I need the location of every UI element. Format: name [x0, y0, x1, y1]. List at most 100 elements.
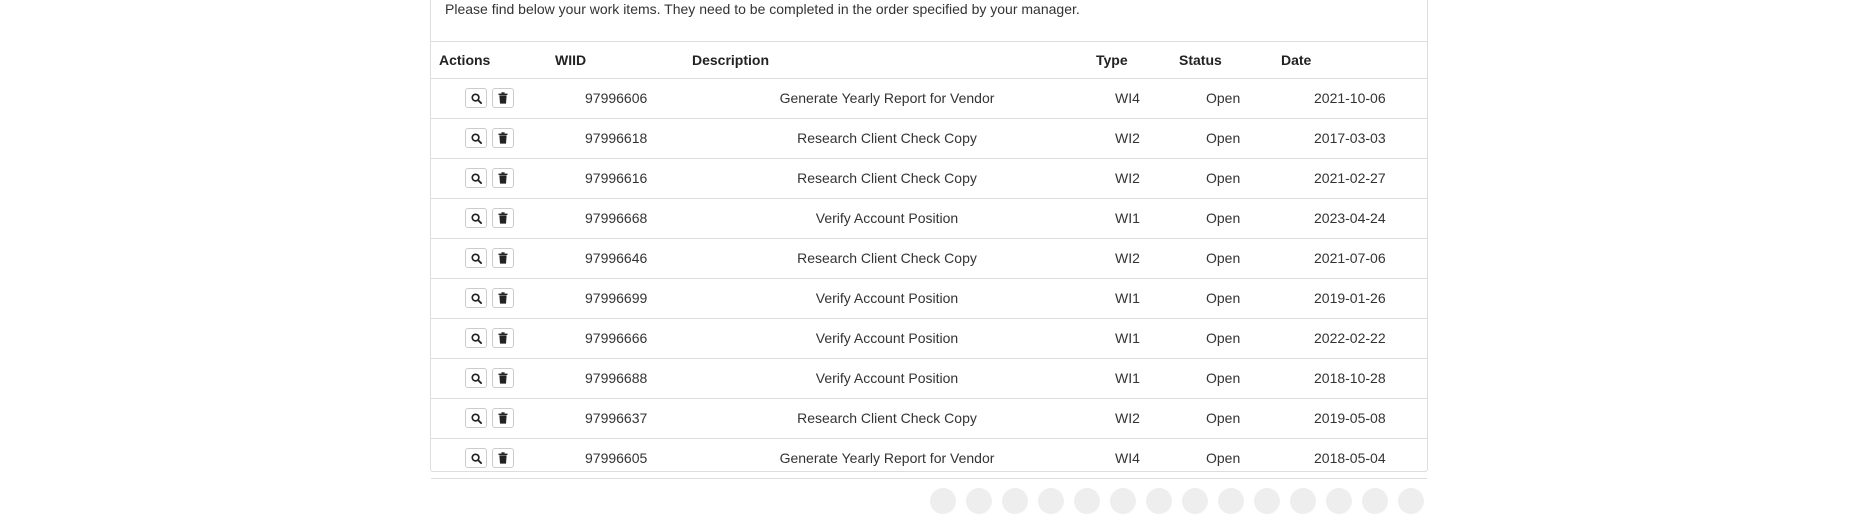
- cell-status: Open: [1206, 330, 1241, 346]
- page-button[interactable]: [1146, 488, 1172, 514]
- search-icon: [470, 252, 482, 264]
- view-button[interactable]: [465, 288, 487, 308]
- trash-icon: [498, 92, 508, 104]
- cell-date: 2018-05-04: [1314, 450, 1386, 466]
- cell-type: WI4: [1115, 90, 1140, 106]
- trash-icon: [498, 252, 508, 264]
- table-row: 97996616 Research Client Check Copy WI2 Ope…: [431, 159, 1427, 199]
- header-status[interactable]: Status: [1179, 52, 1222, 68]
- cell-status: Open: [1206, 250, 1241, 266]
- view-button[interactable]: [465, 408, 487, 428]
- view-button[interactable]: [465, 368, 487, 388]
- table-body: 97996606 Generate Yearly Report for Vendo…: [431, 79, 1427, 479]
- cell-wiid: 97996699: [585, 290, 648, 306]
- view-button[interactable]: [465, 168, 487, 188]
- page-button[interactable]: [966, 488, 992, 514]
- view-button[interactable]: [465, 448, 487, 468]
- page-button[interactable]: [1362, 488, 1388, 514]
- page-button[interactable]: [930, 488, 956, 514]
- delete-button[interactable]: [492, 128, 514, 148]
- page-button[interactable]: [1074, 488, 1100, 514]
- table-row: 97996606 Generate Yearly Report for Vendo…: [431, 79, 1427, 119]
- search-icon: [470, 332, 482, 344]
- cell-description: Verify Account Position: [815, 290, 959, 306]
- trash-icon: [498, 292, 508, 304]
- delete-button[interactable]: [492, 248, 514, 268]
- cell-description: Verify Account Position: [815, 370, 959, 386]
- delete-button[interactable]: [492, 168, 514, 188]
- cell-date: 2021-10-06: [1314, 90, 1386, 106]
- header-type[interactable]: Type: [1096, 52, 1128, 68]
- table-row: 97996646 Research Client Check Copy WI2 Ope…: [431, 239, 1427, 279]
- cell-wiid: 97996668: [585, 210, 648, 226]
- header-wiid[interactable]: WIID: [555, 52, 586, 68]
- view-button[interactable]: [465, 208, 487, 228]
- page-button[interactable]: [1038, 488, 1064, 514]
- cell-wiid: 97996646: [585, 250, 648, 266]
- view-button[interactable]: [465, 248, 487, 268]
- cell-type: WI1: [1115, 330, 1140, 346]
- delete-button[interactable]: [492, 328, 514, 348]
- cell-status: Open: [1206, 170, 1241, 186]
- cell-status: Open: [1206, 290, 1241, 306]
- delete-button[interactable]: [492, 448, 514, 468]
- delete-button[interactable]: [492, 408, 514, 428]
- header-description[interactable]: Description: [692, 52, 769, 68]
- trash-icon: [498, 132, 508, 144]
- page-button[interactable]: [1398, 488, 1424, 514]
- cell-wiid: 97996606: [585, 90, 648, 106]
- cell-date: 2017-03-03: [1314, 130, 1386, 146]
- cell-type: WI1: [1115, 290, 1140, 306]
- table-header: Actions WIID Description Type Status Dat…: [431, 42, 1427, 79]
- cell-status: Open: [1206, 370, 1241, 386]
- table-row: 97996699 Verify Account Position WI1 Open 20…: [431, 279, 1427, 319]
- delete-button[interactable]: [492, 88, 514, 108]
- trash-icon: [498, 332, 508, 344]
- cell-date: 2018-10-28: [1314, 370, 1386, 386]
- trash-icon: [498, 452, 508, 464]
- cell-date: 2021-07-06: [1314, 250, 1386, 266]
- search-icon: [470, 132, 482, 144]
- cell-status: Open: [1206, 450, 1241, 466]
- cell-wiid: 97996637: [585, 410, 648, 426]
- delete-button[interactable]: [492, 288, 514, 308]
- table-row: 97996605 Generate Yearly Report for Vendo…: [431, 439, 1427, 479]
- cell-description: Generate Yearly Report for Vendor: [779, 90, 995, 106]
- cell-type: WI2: [1115, 250, 1140, 266]
- work-items-panel: Please find below your work items. They …: [430, 0, 1428, 479]
- header-actions: Actions: [439, 52, 491, 68]
- intro-text: Please find below your work items. They …: [445, 1, 1080, 17]
- view-button[interactable]: [465, 328, 487, 348]
- cell-wiid: 97996616: [585, 170, 648, 186]
- table-row: 97996668 Verify Account Position WI1 Open 20…: [431, 199, 1427, 239]
- search-icon: [470, 292, 482, 304]
- table-row: 97996637 Research Client Check Copy WI2 Ope…: [431, 399, 1427, 439]
- cell-date: 2019-01-26: [1314, 290, 1386, 306]
- header-date[interactable]: Date: [1281, 52, 1311, 68]
- page-button[interactable]: [1290, 488, 1316, 514]
- delete-button[interactable]: [492, 208, 514, 228]
- page-button[interactable]: [1110, 488, 1136, 514]
- view-button[interactable]: [465, 88, 487, 108]
- cell-date: 2021-02-27: [1314, 170, 1386, 186]
- page-button[interactable]: [1254, 488, 1280, 514]
- cell-type: WI1: [1115, 370, 1140, 386]
- cell-wiid: 97996688: [585, 370, 648, 386]
- page-button[interactable]: [1182, 488, 1208, 514]
- page-button[interactable]: [1002, 488, 1028, 514]
- cell-type: WI4: [1115, 450, 1140, 466]
- pagination: [930, 488, 1424, 514]
- search-icon: [470, 372, 482, 384]
- delete-button[interactable]: [492, 368, 514, 388]
- cell-wiid: 97996618: [585, 130, 648, 146]
- cell-description: Research Client Check Copy: [797, 170, 977, 186]
- search-icon: [470, 172, 482, 184]
- table-row: 97996618 Research Client Check Copy WI2 Ope…: [431, 119, 1427, 159]
- page-button[interactable]: [1218, 488, 1244, 514]
- page-button[interactable]: [1326, 488, 1352, 514]
- cell-description: Research Client Check Copy: [797, 130, 977, 146]
- view-button[interactable]: [465, 128, 487, 148]
- cell-wiid: 97996666: [585, 330, 648, 346]
- cell-type: WI1: [1115, 210, 1140, 226]
- search-icon: [470, 212, 482, 224]
